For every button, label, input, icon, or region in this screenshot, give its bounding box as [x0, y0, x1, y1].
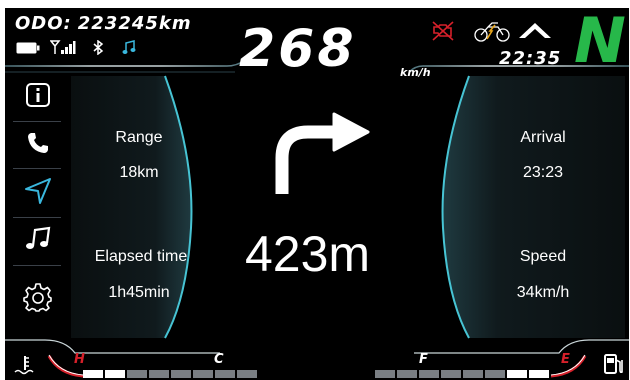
speed-value: 34km/h: [516, 284, 570, 301]
temperature-gauge-segment: [127, 370, 147, 378]
fuel-gauge-segment: [441, 370, 461, 378]
fuel-gauge-segment: [485, 370, 505, 378]
fuel-gauge-segment: [397, 370, 417, 378]
info-icon: [26, 82, 50, 112]
battery-icon: [16, 41, 40, 59]
engine-warning-icon: [431, 20, 455, 47]
temperature-gauge-segment: [83, 370, 103, 378]
fuel-gauge-segment: [375, 370, 395, 378]
navigation-icon: [24, 177, 52, 210]
menu-music[interactable]: [11, 218, 65, 264]
fuel-gauge-segment: [419, 370, 439, 378]
speed-readout: 268: [239, 19, 357, 79]
menu-navigation[interactable]: [11, 170, 65, 216]
coolant-temperature-icon: [13, 354, 37, 380]
temperature-gauge-segment: [171, 370, 191, 378]
clock: 22:35: [499, 48, 562, 69]
signal-icon: [49, 40, 76, 60]
elapsed-time-value: 1h45min: [108, 284, 170, 301]
dashboard-screen: ODO: 223245km 268 km/h 22:35 N Range 18k…: [5, 8, 629, 380]
odometer: ODO: 223245km: [15, 13, 192, 34]
menu-info[interactable]: [11, 74, 65, 120]
fuel-gauge-segment: [507, 370, 527, 378]
temperature-gauge-segment: [215, 370, 235, 378]
settings-icon: [23, 282, 53, 317]
menu-divider: [13, 265, 61, 266]
bluetooth-icon: [92, 39, 104, 60]
fuel-gauge: [375, 354, 587, 378]
menu-settings[interactable]: [11, 276, 65, 322]
fuel-gauge-segment: [529, 370, 549, 378]
range-value: 18km: [119, 164, 159, 181]
top-frame-line-left: [5, 59, 246, 67]
speed-unit: km/h: [400, 66, 431, 79]
odometer-value: 223245km: [77, 13, 192, 34]
odometer-label: ODO:: [15, 13, 72, 34]
fuel-gauge-segment: [463, 370, 483, 378]
music-note-icon: [122, 40, 136, 60]
temperature-gauge-segment: [105, 370, 125, 378]
phone-icon: [26, 131, 50, 160]
fuel-pump-icon: [603, 352, 625, 380]
motorcycle-icon: [474, 19, 510, 48]
arrival-value: 23:23: [522, 164, 564, 181]
temperature-gauge: [47, 354, 257, 378]
range-label: Range: [115, 129, 163, 146]
turn-right-arrow-icon: [268, 110, 372, 201]
menu-divider: [13, 168, 61, 169]
speed-label: Speed: [519, 248, 567, 265]
turn-distance: 423m: [245, 226, 371, 282]
arrival-label: Arrival: [520, 129, 566, 146]
temperature-gauge-segment: [237, 370, 257, 378]
elapsed-time-label: Elapsed time: [94, 248, 188, 265]
status-icons: [16, 39, 136, 60]
high-beam-icon: [515, 18, 555, 45]
music-icon: [25, 226, 51, 257]
temperature-gauge-segment: [193, 370, 213, 378]
menu-phone[interactable]: [11, 122, 65, 168]
gear-indicator: N: [574, 8, 626, 77]
temperature-gauge-segment: [149, 370, 169, 378]
